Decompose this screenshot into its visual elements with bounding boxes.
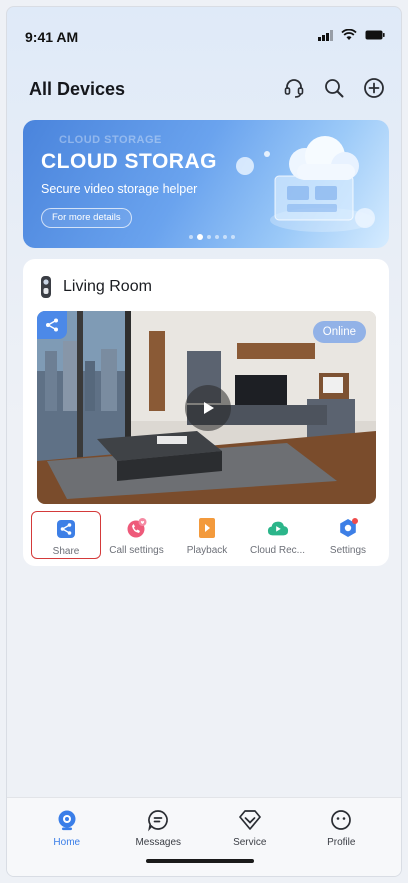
device-card: Living Room Online Share Call settings P… xyxy=(23,259,389,566)
settings-action-button[interactable]: Settings xyxy=(313,511,383,559)
home-camera-icon xyxy=(58,810,76,831)
banner-title: CLOUD STORAG xyxy=(41,150,217,173)
tab-service-label: Service xyxy=(233,837,267,848)
add-circle-icon xyxy=(364,78,384,98)
doorbell-camera-icon xyxy=(41,276,51,298)
cloud-play-icon xyxy=(267,517,289,539)
play-icon xyxy=(204,402,214,414)
message-icon xyxy=(148,810,169,832)
pagination-dot xyxy=(215,235,219,239)
preview-share-button[interactable] xyxy=(37,311,67,339)
share-action-label: Share xyxy=(52,546,80,557)
playback-action-button[interactable]: Playback xyxy=(172,511,242,559)
pagination-dot xyxy=(189,235,193,239)
gear-icon xyxy=(337,517,359,539)
banner-ghost-text: CLOUD STORAGE xyxy=(59,134,162,146)
pagination-dot xyxy=(207,235,211,239)
pagination-dot-active xyxy=(197,234,203,240)
tab-profile-label: Profile xyxy=(327,837,356,848)
home-indicator xyxy=(146,859,254,863)
status-badge: Online xyxy=(312,321,366,343)
cloud-storage-banner[interactable]: CLOUD STORAGE CLOUD STORAG Secure video … xyxy=(23,120,389,248)
pagination-dot xyxy=(231,235,235,239)
call-settings-action-label: Call settings xyxy=(109,545,164,556)
diamond-icon xyxy=(238,810,261,830)
device-header: Living Room xyxy=(39,273,152,301)
battery-icon xyxy=(365,30,385,40)
device-name: Living Room xyxy=(63,278,152,295)
smiley-icon xyxy=(331,810,352,830)
header-actions xyxy=(281,75,387,101)
banner-pagination xyxy=(189,234,235,240)
bottom-tab-bar: Home Messages Service Profile xyxy=(7,797,401,876)
wifi-icon xyxy=(341,29,357,41)
cellular-signal-icon xyxy=(318,29,333,41)
share-action-button[interactable]: Share xyxy=(31,511,101,559)
status-bar: 9:41 AM xyxy=(7,7,401,53)
tab-service[interactable]: Service xyxy=(215,798,285,876)
status-time: 9:41 AM xyxy=(25,29,79,45)
share-icon xyxy=(55,518,77,540)
page-header: All Devices xyxy=(7,67,401,107)
cloud-server-illustration xyxy=(236,136,375,232)
play-button[interactable] xyxy=(185,385,231,431)
tab-home-label: Home xyxy=(53,837,81,848)
search-icon xyxy=(325,79,344,98)
tab-messages-label: Messages xyxy=(135,837,182,848)
banner-subtitle: Secure video storage helper xyxy=(41,182,198,196)
phone-heart-icon xyxy=(126,517,148,539)
cloud-recording-action-label: Cloud Rec... xyxy=(249,545,306,556)
app-screen: 9:41 AM All Devices CLOUD STORAGE CLOUD … xyxy=(6,6,402,877)
tab-messages[interactable]: Messages xyxy=(123,798,193,876)
pagination-dot xyxy=(223,235,227,239)
playback-icon xyxy=(196,517,218,539)
cloud-recording-action-button[interactable]: Cloud Rec... xyxy=(243,511,313,559)
device-actions: Share Call settings Playback Cloud Rec..… xyxy=(31,511,383,559)
playback-action-label: Playback xyxy=(186,545,228,556)
search-button[interactable] xyxy=(321,75,347,101)
settings-action-label: Settings xyxy=(329,545,367,556)
share-icon xyxy=(46,318,58,332)
tab-home[interactable]: Home xyxy=(32,798,102,876)
camera-preview[interactable]: Online xyxy=(37,311,376,504)
call-settings-action-button[interactable]: Call settings xyxy=(102,511,172,559)
more-details-button[interactable]: For more details xyxy=(41,208,132,228)
tab-profile[interactable]: Profile xyxy=(306,798,376,876)
support-button[interactable] xyxy=(281,75,307,101)
page-title: All Devices xyxy=(29,79,126,99)
status-icons xyxy=(318,29,385,41)
headset-icon xyxy=(284,79,304,98)
add-device-button[interactable] xyxy=(361,75,387,101)
